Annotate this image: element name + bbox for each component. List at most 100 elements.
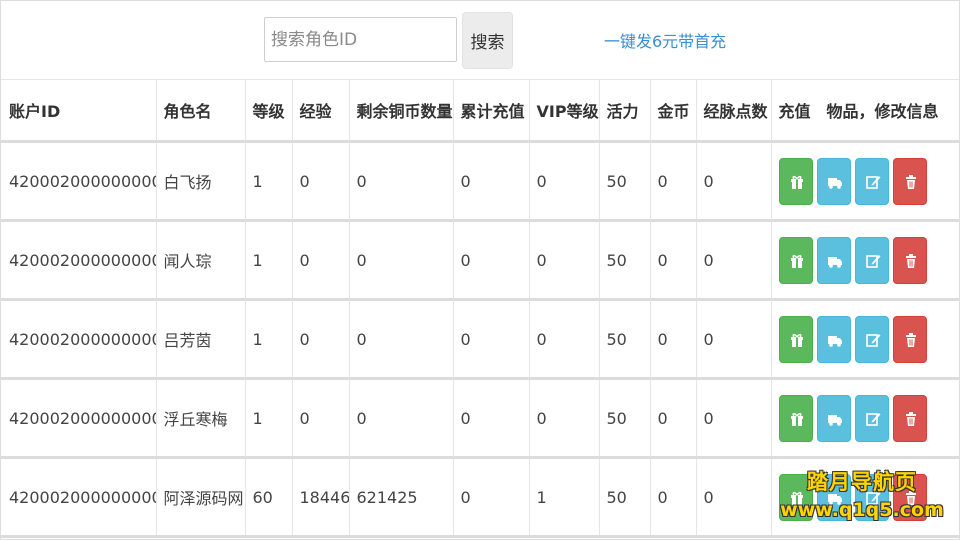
- truck-icon: [827, 256, 842, 268]
- cell-vip-level: 0: [528, 299, 599, 380]
- delete-button[interactable]: [892, 315, 927, 363]
- edit-icon: [865, 333, 880, 347]
- edit-icon: [865, 491, 880, 505]
- trash-icon: [905, 411, 916, 426]
- cell-actions: [770, 457, 959, 538]
- cell-role-name: 阿泽源码网: [155, 457, 245, 538]
- search-button[interactable]: 搜索: [462, 12, 513, 69]
- header-level: 等级: [244, 79, 292, 143]
- cell-exp: 0: [291, 220, 349, 301]
- send-items-button[interactable]: [816, 473, 851, 521]
- cell-role-name: 吕芳茵: [155, 299, 245, 380]
- cell-gold: 0: [649, 299, 696, 380]
- cell-account-id: 42000200000000006: [1, 457, 156, 538]
- header-exp: 经验: [291, 79, 349, 143]
- cell-gold: 0: [649, 141, 696, 222]
- cell-actions: [770, 220, 959, 301]
- cell-copper: 0: [348, 378, 453, 459]
- recharge-button[interactable]: [778, 157, 813, 205]
- cell-total-recharge: 0: [452, 220, 529, 301]
- edit-icon: [865, 412, 880, 426]
- send-items-button[interactable]: [816, 157, 851, 205]
- app-frame: 搜索 一键发6元带首充 账户ID 角色名 等级 经验 剩余铜币数量 累计充值 V…: [0, 0, 960, 540]
- cell-vip-level: 0: [528, 378, 599, 459]
- cell-total-recharge: 0: [452, 299, 529, 380]
- truck-icon: [827, 414, 842, 426]
- search-toolbar: 搜索 一键发6元带首充: [1, 1, 959, 79]
- header-total-recharge: 累计充值: [452, 79, 529, 143]
- cell-copper: 0: [348, 141, 453, 222]
- edit-icon: [865, 254, 880, 268]
- cell-meridian: 0: [695, 299, 771, 380]
- cell-total-recharge: 0: [452, 141, 529, 222]
- cell-actions: [770, 141, 959, 222]
- search-input[interactable]: [264, 17, 457, 62]
- cell-actions: [770, 299, 959, 380]
- cell-vip-level: 1: [528, 457, 599, 538]
- delete-button[interactable]: [892, 236, 927, 284]
- header-meridian: 经脉点数: [695, 79, 771, 143]
- cell-level: 1: [244, 220, 292, 301]
- cell-meridian: 0: [695, 220, 771, 301]
- cell-meridian: 0: [695, 378, 771, 459]
- table-row: 42000200000000004 吕芳茵 1 0 0 0 0 50 0 0: [1, 299, 959, 380]
- cell-exp: 18446: [291, 457, 349, 538]
- edit-info-button[interactable]: [854, 236, 889, 284]
- cell-level: 1: [244, 141, 292, 222]
- truck-icon: [827, 335, 842, 347]
- gift-icon: [790, 412, 803, 426]
- cell-account-id: 42000200000000001: [1, 141, 156, 222]
- delete-button[interactable]: [892, 394, 927, 442]
- cell-level: 1: [244, 299, 292, 380]
- cell-vigor: 50: [598, 378, 650, 459]
- edit-icon: [865, 175, 880, 189]
- cell-account-id: 42000200000000003: [1, 220, 156, 301]
- recharge-button[interactable]: [778, 473, 813, 521]
- header-copper: 剩余铜币数量: [348, 79, 453, 143]
- truck-icon: [827, 493, 842, 505]
- cell-total-recharge: 0: [452, 378, 529, 459]
- cell-meridian: 0: [695, 457, 771, 538]
- edit-info-button[interactable]: [854, 473, 889, 521]
- cell-level: 1: [244, 378, 292, 459]
- gift-icon: [790, 333, 803, 347]
- delete-button[interactable]: [892, 157, 927, 205]
- edit-info-button[interactable]: [854, 394, 889, 442]
- table-row: 42000200000000001 白飞扬 1 0 0 0 0 50 0 0: [1, 141, 959, 222]
- cell-total-recharge: 0: [452, 457, 529, 538]
- trash-icon: [905, 332, 916, 347]
- cell-role-name: 白飞扬: [155, 141, 245, 222]
- gift-icon: [790, 491, 803, 505]
- recharge-button[interactable]: [778, 236, 813, 284]
- cell-gold: 0: [649, 457, 696, 538]
- trash-icon: [905, 174, 916, 189]
- edit-info-button[interactable]: [854, 157, 889, 205]
- cell-account-id: 42000200000000004: [1, 299, 156, 380]
- send-items-button[interactable]: [816, 315, 851, 363]
- header-gold: 金币: [649, 79, 696, 143]
- cell-vip-level: 0: [528, 220, 599, 301]
- header-vigor: 活力: [598, 79, 650, 143]
- header-actions: 充值 物品，修改信息: [770, 79, 959, 143]
- recharge-button[interactable]: [778, 315, 813, 363]
- recharge-button[interactable]: [778, 394, 813, 442]
- cell-exp: 0: [291, 378, 349, 459]
- send-items-button[interactable]: [816, 236, 851, 284]
- header-account-id: 账户ID: [1, 79, 156, 143]
- cell-copper: 0: [348, 220, 453, 301]
- edit-info-button[interactable]: [854, 315, 889, 363]
- cell-gold: 0: [649, 220, 696, 301]
- truck-icon: [827, 177, 842, 189]
- cell-actions: [770, 378, 959, 459]
- delete-button[interactable]: [892, 473, 927, 521]
- cell-vip-level: 0: [528, 141, 599, 222]
- send-items-button[interactable]: [816, 394, 851, 442]
- cell-vigor: 50: [598, 141, 650, 222]
- cell-vigor: 50: [598, 457, 650, 538]
- table-header-row: 账户ID 角色名 等级 经验 剩余铜币数量 累计充值 VIP等级 活力 金币 经…: [1, 79, 959, 143]
- one-click-recharge-link[interactable]: 一键发6元带首充: [604, 28, 726, 52]
- table-row: 42000200000000006 阿泽源码网 60 18446 621425 …: [1, 457, 959, 538]
- cell-gold: 0: [649, 378, 696, 459]
- cell-vigor: 50: [598, 220, 650, 301]
- trash-icon: [905, 490, 916, 505]
